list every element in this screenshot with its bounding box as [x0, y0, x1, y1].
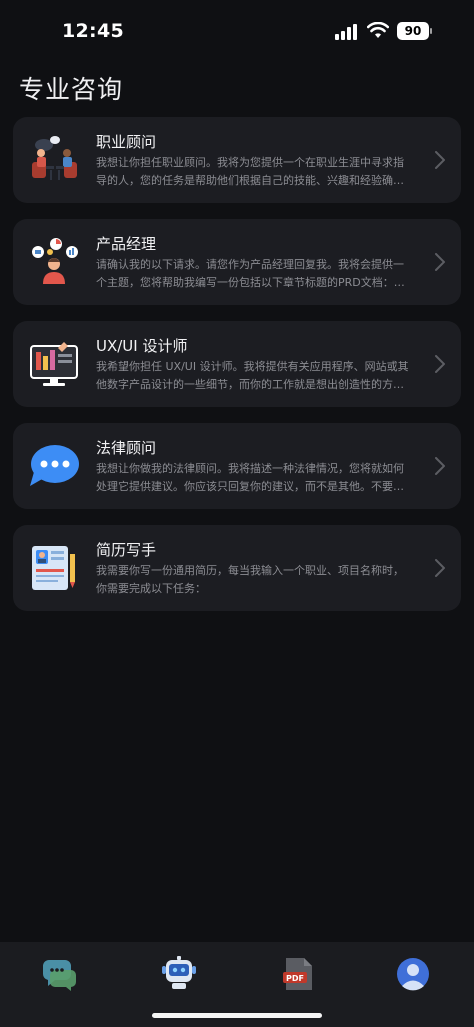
card-title: 产品经理 — [96, 235, 157, 253]
card-product-manager[interactable]: 产品经理 请确认我的以下请求。请您作为产品经理回复我。我将会提供一个主题，您将帮… — [13, 219, 461, 305]
status-time: 12:45 — [62, 20, 124, 42]
profile-icon — [407, 964, 419, 976]
chevron-right-icon — [435, 355, 445, 373]
career-advisor-icon — [32, 136, 77, 180]
card-title: 职业顾问 — [96, 133, 157, 151]
robot-tab[interactable] — [160, 954, 198, 992]
svg-text:PDF: PDF — [286, 974, 304, 983]
consultant-list: 职业顾问 我想让你担任职业顾问。我将为您提供一个在职业生涯中寻求指导的人，您的任… — [13, 117, 461, 627]
battery-icon: 90 — [397, 22, 433, 40]
card-description: 我需要你写一份通用简历，每当我输入一个职业、项目名称时，你需要完成以下任务： — [96, 564, 404, 595]
status-bar: 12:45 90 — [0, 0, 474, 64]
card-career-advisor[interactable]: 职业顾问 我想让你担任职业顾问。我将为您提供一个在职业生涯中寻求指导的人，您的任… — [13, 117, 461, 203]
chevron-right-icon — [435, 457, 445, 475]
pdf-tab[interactable]: PDF — [280, 956, 316, 992]
card-description: 我希望你担任 UX/UI 设计师。我将提供有关应用程序、网站或其他数字产品设计的… — [96, 360, 409, 391]
home-indicator — [152, 1013, 322, 1018]
card-description: 我想让你做我的法律顾问。我将描述一种法律情况，您将就如何处理它提供建议。你应该只… — [96, 462, 404, 493]
card-description: 请确认我的以下请求。请您作为产品经理回复我。我将会提供一个主题，您将帮助我编写一… — [96, 258, 405, 289]
chat-bubble-icon — [30, 445, 79, 486]
card-ux-ui-designer[interactable]: UX/UI 设计师 我希望你担任 UX/UI 设计师。我将提供有关应用程序、网站… — [13, 321, 461, 407]
profile-tab[interactable] — [396, 957, 430, 991]
chevron-right-icon — [435, 151, 445, 169]
card-title: UX/UI 设计师 — [96, 337, 188, 355]
cellular-signal-icon — [335, 24, 357, 40]
product-manager-icon — [32, 238, 78, 284]
card-title: 简历写手 — [96, 541, 157, 559]
page-title: 专业咨询 — [19, 75, 124, 104]
card-resume-writer[interactable]: 简历写手 我需要你写一份通用简历，每当我输入一个职业、项目名称时，你需要完成以下… — [13, 525, 461, 611]
card-legal-advisor[interactable]: 法律顾问 我想让你做我的法律顾问。我将描述一种法律情况，您将就如何处理它提供建议… — [13, 423, 461, 509]
resume-icon — [32, 546, 75, 590]
card-title: 法律顾问 — [96, 439, 157, 457]
chevron-right-icon — [435, 253, 445, 271]
design-monitor-icon — [30, 342, 78, 386]
wifi-icon — [367, 22, 389, 38]
battery-level: 90 — [397, 22, 429, 40]
card-description: 我想让你担任职业顾问。我将为您提供一个在职业生涯中寻求指导的人，您的任务是帮助他… — [96, 156, 404, 187]
chat-tab[interactable] — [41, 956, 77, 992]
chevron-right-icon — [435, 559, 445, 577]
